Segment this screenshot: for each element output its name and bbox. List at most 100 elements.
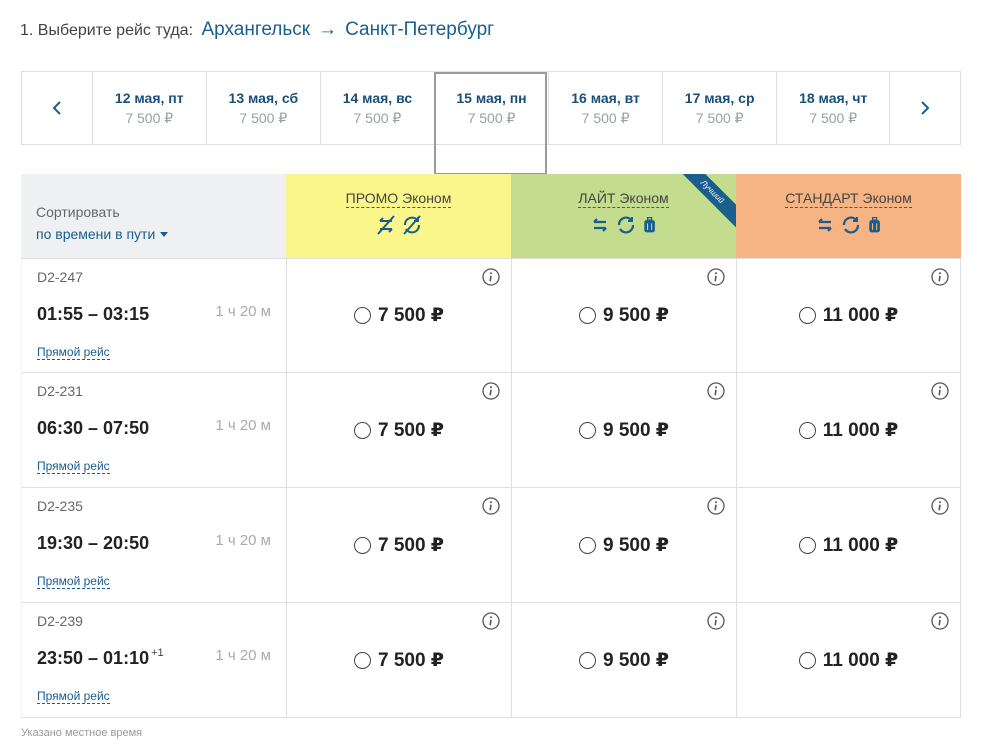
- date-label: 12 мая, пт: [114, 89, 184, 106]
- fare-option-standard[interactable]: 11 000 ₽: [736, 373, 961, 487]
- fare-option-lite[interactable]: 9 500 ₽: [511, 373, 736, 487]
- flight-info: D2-239 23:50 – 01:10 +1 1 ч 20 м Прямой р…: [21, 603, 286, 717]
- date-option[interactable]: 14 мая, вс 7 500 ₽: [319, 72, 434, 144]
- fare-price: 9 500 ₽: [602, 649, 670, 671]
- radio-button[interactable]: [353, 536, 371, 554]
- info-icon[interactable]: [931, 497, 949, 515]
- flight-times: 23:50 – 01:10 +1: [37, 647, 164, 669]
- fare-option-promo[interactable]: 7 500 ₽: [286, 603, 511, 717]
- no-exchange-icon: [376, 215, 395, 235]
- step-label: 1. Выберите рейс туда:: [20, 22, 194, 39]
- fare-option-standard[interactable]: 11 000 ₽: [736, 603, 961, 717]
- fare-price: 7 500 ₽: [377, 534, 445, 556]
- date-option[interactable]: 13 мая, сб 7 500 ₽: [205, 72, 320, 144]
- radio-button[interactable]: [798, 421, 816, 439]
- flight-number: D2-247: [37, 269, 83, 285]
- direct-flight-link[interactable]: Прямой рейс: [37, 459, 110, 474]
- direct-flight-link[interactable]: Прямой рейс: [37, 574, 110, 589]
- fare-price: 7 500 ₽: [377, 649, 445, 671]
- fare-option-lite[interactable]: 9 500 ₽: [511, 259, 736, 372]
- refund-icon: [617, 216, 634, 234]
- fare-option-lite[interactable]: 9 500 ₽: [511, 603, 736, 717]
- fare-option-lite[interactable]: 9 500 ₽: [511, 488, 736, 602]
- fare-table: Сортировать по времени в пути ПРОМО Экон…: [21, 174, 961, 718]
- info-icon[interactable]: [482, 382, 500, 400]
- info-icon[interactable]: [707, 268, 725, 286]
- prev-dates-button[interactable]: [22, 72, 92, 144]
- radio-button[interactable]: [353, 421, 371, 439]
- tariff-promo[interactable]: ПРОМО Эконом: [286, 174, 511, 258]
- info-icon[interactable]: [707, 497, 725, 515]
- date-option[interactable]: 16 мая, вт 7 500 ₽: [548, 72, 662, 144]
- direct-flight-link[interactable]: Прямой рейс: [37, 689, 110, 704]
- tariff-name: СТАНДАРТ Эконом: [785, 190, 912, 208]
- fare-option-promo[interactable]: 7 500 ₽: [286, 488, 511, 602]
- page-heading: 1. Выберите рейс туда: Архангельск → Санкт…: [20, 19, 494, 41]
- flight-row: D2-235 19:30 – 20:50 1 ч 20 м Прямой рей…: [21, 488, 961, 603]
- radio-button[interactable]: [578, 651, 596, 669]
- flight-info: D2-247 01:55 – 03:15 1 ч 20 м Прямой рей…: [21, 259, 286, 372]
- info-icon[interactable]: [931, 268, 949, 286]
- radio-button[interactable]: [798, 536, 816, 554]
- flight-info: D2-235 19:30 – 20:50 1 ч 20 м Прямой рей…: [21, 488, 286, 602]
- radio-button[interactable]: [578, 536, 596, 554]
- next-dates-button[interactable]: [890, 72, 960, 144]
- flight-number: D2-239: [37, 613, 83, 629]
- fare-price: 9 500 ₽: [602, 305, 670, 326]
- radio-button[interactable]: [353, 651, 371, 669]
- chevron-right-icon: [921, 101, 930, 115]
- fare-option-promo[interactable]: 7 500 ₽: [286, 373, 511, 487]
- fare-price: 7 500 ₽: [377, 419, 445, 441]
- info-icon[interactable]: [931, 612, 949, 630]
- date-carousel: 12 мая, пт 7 500 ₽ 13 мая, сб 7 500 ₽ 14 м…: [21, 71, 961, 145]
- date-label: 17 мая, ср: [684, 89, 755, 106]
- refund-icon: [842, 216, 859, 234]
- chevron-left-icon: [52, 101, 61, 115]
- fare-price: 9 500 ₽: [602, 419, 670, 441]
- flight-time-range: 06:30 – 07:50: [37, 418, 150, 438]
- fare-price: 11 000 ₽: [822, 534, 899, 556]
- info-icon[interactable]: [482, 612, 500, 630]
- flight-duration: 1 ч 20 м: [215, 303, 271, 320]
- radio-button[interactable]: [578, 307, 596, 324]
- info-icon[interactable]: [482, 497, 500, 515]
- fare-table-header: Сортировать по времени в пути ПРОМО Экон…: [21, 174, 961, 258]
- radio-button[interactable]: [798, 307, 816, 324]
- fare-price: 11 000 ₽: [822, 305, 899, 326]
- date-option[interactable]: 18 мая, чт 7 500 ₽: [776, 72, 891, 144]
- date-price: 7 500 ₽: [809, 109, 858, 126]
- date-price: 7 500 ₽: [581, 109, 630, 126]
- radio-button[interactable]: [353, 307, 371, 324]
- fare-option-standard[interactable]: 11 000 ₽: [736, 488, 961, 602]
- date-price: 7 500 ₽: [695, 109, 744, 126]
- direct-flight-link[interactable]: Прямой рейс: [37, 345, 110, 360]
- radio-button[interactable]: [798, 651, 816, 669]
- exchange-icon: [592, 218, 607, 232]
- tariff-lite[interactable]: Лучший ЛАЙТ Эконом: [511, 174, 736, 258]
- date-option[interactable]: 17 мая, ср 7 500 ₽: [662, 72, 776, 144]
- date-label: 16 мая, вт: [571, 89, 640, 106]
- tariff-standard[interactable]: СТАНДАРТ Эконом: [736, 174, 961, 258]
- fare-option-standard[interactable]: 11 000 ₽: [736, 259, 961, 372]
- date-option[interactable]: 12 мая, пт 7 500 ₽: [91, 72, 206, 144]
- caret-down-icon: [160, 232, 169, 237]
- fare-price: 9 500 ₽: [602, 534, 670, 556]
- info-icon[interactable]: [931, 382, 949, 400]
- flight-times: 19:30 – 20:50: [37, 532, 151, 554]
- date-label: 14 мая, вс: [342, 89, 413, 106]
- flight-row: D2-247 01:55 – 03:15 1 ч 20 м Прямой рей…: [21, 258, 961, 373]
- fare-option-promo[interactable]: 7 500 ₽: [286, 259, 511, 372]
- info-icon[interactable]: [707, 382, 725, 400]
- sort-dropdown[interactable]: по времени в пути: [36, 226, 286, 242]
- info-icon[interactable]: [707, 612, 725, 630]
- flight-time-range: 23:50 – 01:10: [37, 648, 150, 668]
- info-icon[interactable]: [482, 268, 500, 286]
- date-option-selected[interactable]: 15 мая, пн 7 500 ₽: [433, 72, 548, 144]
- sort-label: Сортировать: [36, 204, 120, 220]
- best-badge: Лучший: [670, 174, 736, 234]
- flight-info: D2-231 06:30 – 07:50 1 ч 20 м Прямой рей…: [21, 373, 286, 487]
- baggage-icon: [868, 217, 880, 233]
- radio-button[interactable]: [578, 421, 596, 439]
- date-price: 7 500 ₽: [239, 109, 288, 126]
- route-arrow-icon: →: [318, 19, 338, 40]
